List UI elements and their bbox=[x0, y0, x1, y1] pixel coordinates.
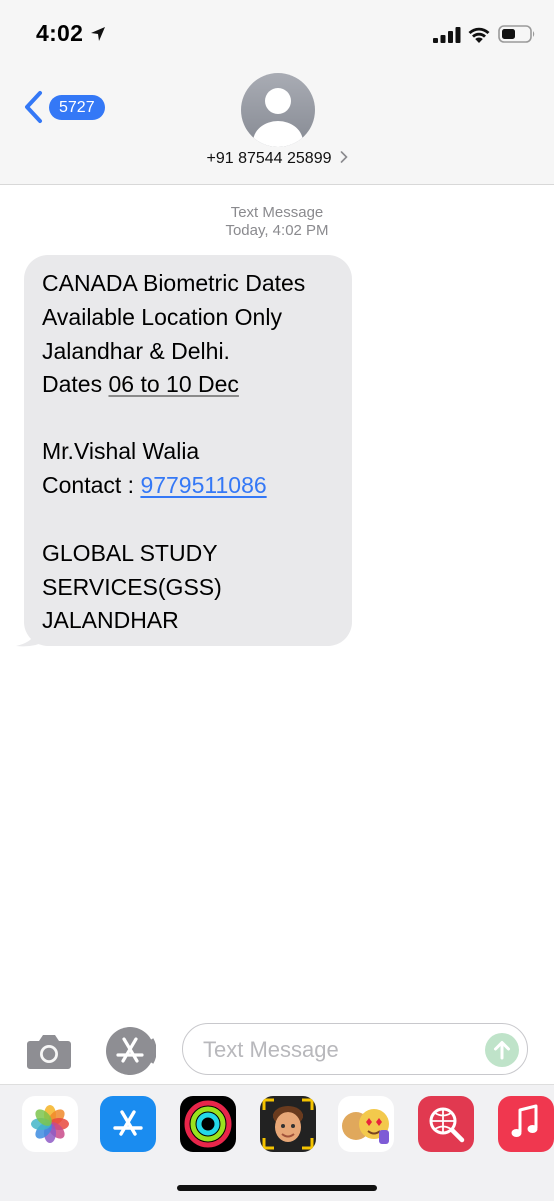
location-arrow-icon bbox=[91, 27, 105, 41]
camera-icon[interactable] bbox=[26, 1032, 72, 1070]
memoji-icon[interactable] bbox=[260, 1096, 316, 1152]
message-service-label: Text Message bbox=[230, 204, 324, 221]
back-chevron-icon[interactable] bbox=[24, 90, 44, 124]
contact-avatar[interactable] bbox=[240, 72, 316, 148]
message-line: JALANDHAR bbox=[42, 607, 179, 633]
message-line: Available Location Only bbox=[42, 304, 282, 330]
message-timestamp: Today, 4:02 PM bbox=[225, 222, 329, 239]
activity-icon[interactable] bbox=[180, 1096, 236, 1152]
photos-icon[interactable] bbox=[22, 1096, 78, 1152]
home-indicator[interactable] bbox=[177, 1185, 377, 1191]
imessage-app-drawer bbox=[0, 1084, 554, 1201]
message-input-placeholder: Text Message bbox=[203, 1037, 339, 1062]
message-line: SERVICES(GSS) bbox=[42, 574, 222, 600]
message-line: Contact : 9779511086 bbox=[42, 472, 267, 499]
animoji-stickers-icon[interactable] bbox=[338, 1096, 394, 1152]
date-detector-link[interactable]: 06 to 10 Dec bbox=[108, 371, 238, 397]
app-store-button-icon[interactable] bbox=[104, 1025, 156, 1077]
phone-number-link[interactable]: 9779511086 bbox=[140, 472, 266, 498]
message-line: CANADA Biometric Dates bbox=[42, 270, 306, 296]
message-line: Dates 06 to 10 Dec bbox=[42, 371, 239, 398]
music-icon[interactable] bbox=[498, 1096, 554, 1152]
message-line: Mr.Vishal Walia bbox=[42, 438, 200, 464]
web-search-icon[interactable] bbox=[418, 1096, 474, 1152]
cellular-signal-icon bbox=[433, 27, 461, 43]
wifi-icon bbox=[468, 27, 490, 43]
send-arrow-icon bbox=[494, 1041, 510, 1060]
unread-count-badge[interactable]: 5727 bbox=[49, 95, 105, 120]
conversation-header: 5727 +91 87544 25899 bbox=[0, 70, 554, 185]
message-text: Contact : bbox=[42, 472, 141, 498]
battery-icon bbox=[498, 25, 535, 43]
send-button[interactable] bbox=[485, 1033, 519, 1067]
contact-name[interactable]: +91 87544 25899 bbox=[0, 150, 554, 168]
message-line: Jalandhar & Delhi. bbox=[42, 338, 230, 364]
contact-number[interactable]: +91 87544 25899 bbox=[206, 150, 331, 167]
status-time: 4:02 bbox=[36, 20, 84, 46]
status-bar: 4:02 bbox=[0, 0, 554, 70]
message-input[interactable]: Text Message bbox=[182, 1023, 528, 1075]
message-line: GLOBAL STUDY bbox=[42, 540, 218, 566]
message-text: Dates bbox=[42, 371, 109, 397]
app-store-icon[interactable] bbox=[100, 1096, 156, 1152]
chevron-right-icon bbox=[340, 151, 348, 163]
